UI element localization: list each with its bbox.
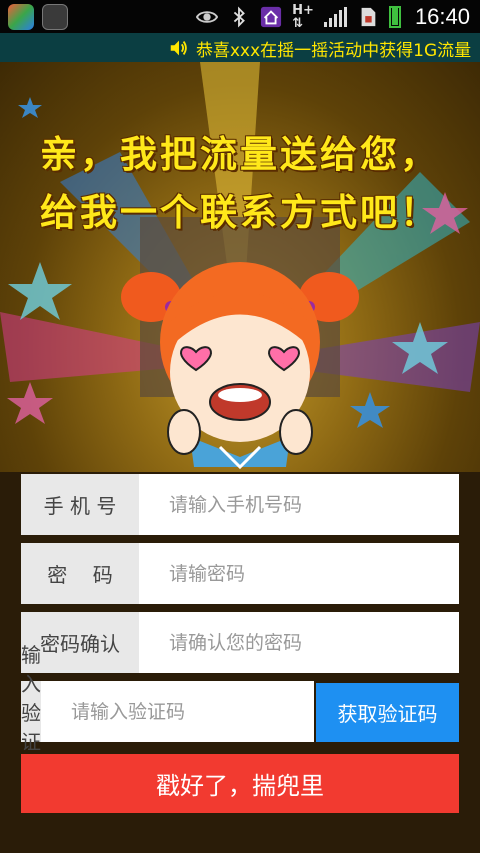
bluetooth-icon bbox=[233, 6, 246, 27]
phone-input[interactable] bbox=[139, 474, 459, 535]
verification-code-row: 输入验证码 bbox=[21, 643, 314, 783]
password-label: 密 码 bbox=[21, 543, 139, 604]
verification-code-label: 输入验证码 bbox=[21, 643, 41, 783]
system-icons: H+ ⇅ 16:40 bbox=[196, 0, 470, 33]
password-row: 密 码 bbox=[21, 543, 459, 604]
confirm-password-input[interactable] bbox=[139, 612, 459, 673]
clock: 16:40 bbox=[414, 3, 470, 29]
status-bar: H+ ⇅ 16:40 bbox=[0, 0, 480, 33]
ticker-text: 恭喜xxx在摇一摇活动中获得1G流量 bbox=[196, 41, 472, 61]
confirm-password-row: 密码确认 bbox=[21, 612, 459, 673]
network-type: H+ bbox=[292, 2, 314, 18]
hero-banner: 亲，我把流量送给您， 给我一个联系方式吧！ bbox=[0, 62, 480, 472]
phone-label: 手 机 号 bbox=[21, 474, 139, 535]
battery-icon bbox=[388, 5, 401, 28]
announcement-ticker: 恭喜xxx在摇一摇活动中获得1G流量 bbox=[0, 33, 480, 62]
app-icon bbox=[8, 4, 34, 30]
network-icon: H+ ⇅ bbox=[292, 2, 314, 31]
get-code-button[interactable]: 获取验证码 bbox=[316, 683, 459, 742]
submit-button[interactable]: 戳好了，揣兜里 bbox=[21, 754, 459, 813]
home-icon bbox=[261, 6, 282, 27]
notification-icons bbox=[8, 4, 68, 30]
verification-code-input[interactable] bbox=[41, 681, 314, 742]
eye-icon bbox=[196, 10, 219, 23]
cartoon-girl-illustration bbox=[121, 262, 359, 470]
password-input[interactable] bbox=[139, 543, 459, 604]
signal-icon bbox=[323, 6, 347, 27]
phone-row: 手 机 号 bbox=[21, 474, 459, 535]
headline-line-1: 亲，我把流量送给您， bbox=[40, 133, 440, 176]
app-icon-2 bbox=[42, 4, 68, 30]
sim-icon bbox=[361, 7, 376, 26]
headline-line-2: 给我一个联系方式吧！ bbox=[40, 191, 440, 234]
volume-icon bbox=[170, 40, 187, 56]
